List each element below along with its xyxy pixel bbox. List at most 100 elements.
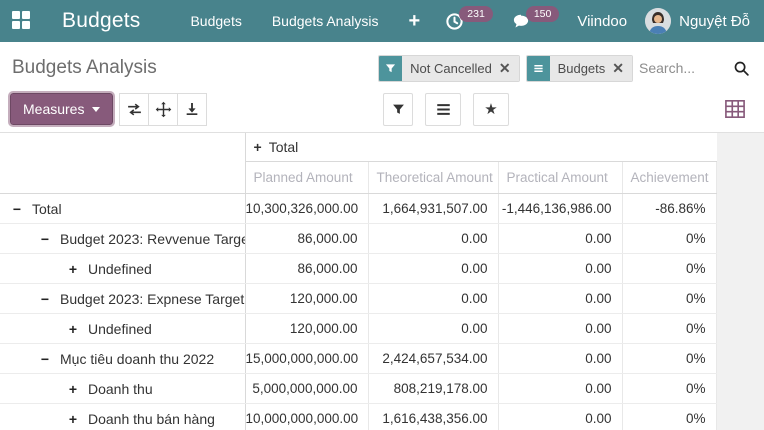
row-header[interactable]: +Doanh thu bán hàng: [0, 404, 245, 430]
filters-button[interactable]: [383, 93, 413, 126]
plus-icon[interactable]: +: [408, 11, 420, 31]
flip-axis-button[interactable]: [119, 93, 149, 126]
cell-theoretical: 0.00: [368, 224, 498, 254]
facet-budgets: Budgets ✕: [526, 55, 633, 82]
col-header-theoretical-amount[interactable]: Theoretical Amount: [368, 162, 498, 194]
table-row: +Undefined 86,000.00 0.00 0.00 0%: [0, 254, 716, 284]
col-header-achievement[interactable]: Achievement: [622, 162, 716, 194]
cell-planned: 10,000,000,000.00: [245, 404, 368, 430]
expand-all-button[interactable]: [148, 93, 178, 126]
expand-icon[interactable]: +: [66, 261, 80, 277]
control-panel: Budgets Analysis Not Cancelled ✕ B: [0, 42, 764, 133]
table-row: −Budget 2023: Expnese Target 120,000.00 …: [0, 284, 716, 314]
facet-remove-icon[interactable]: ✕: [612, 61, 624, 75]
cell-practical: 0.00: [498, 344, 622, 374]
page-title: Budgets Analysis: [12, 57, 157, 79]
facet-remove-icon[interactable]: ✕: [499, 61, 511, 75]
cell-practical: 0.00: [498, 404, 622, 430]
column-group-total[interactable]: +Total: [245, 133, 716, 162]
cell-achievement: 0%: [622, 374, 716, 404]
cell-planned: 86,000.00: [245, 224, 368, 254]
search-input[interactable]: [639, 60, 727, 76]
cell-theoretical: 2,424,657,534.00: [368, 344, 498, 374]
cell-planned: 15,000,000,000.00: [245, 344, 368, 374]
table-row: +Undefined 120,000.00 0.00 0.00 0%: [0, 314, 716, 344]
pivot-toolbar: Measures: [0, 86, 764, 132]
swap-arrows-icon: [126, 101, 143, 118]
favorites-button[interactable]: ★: [473, 93, 509, 126]
expand-icon[interactable]: +: [254, 139, 262, 155]
facet-not-cancelled: Not Cancelled ✕: [378, 55, 519, 82]
table-row: −Budget 2023: Revvenue Target 86,000.00 …: [0, 224, 716, 254]
cell-achievement: 0%: [622, 314, 716, 344]
messages-button[interactable]: 150: [511, 12, 560, 31]
search-bar: Not Cancelled ✕ Budgets ✕: [378, 55, 754, 82]
cell-achievement: 0%: [622, 344, 716, 374]
table-row: −Mục tiêu doanh thu 2022 15,000,000,000.…: [0, 344, 716, 374]
menu-item-budgets[interactable]: Budgets: [190, 13, 241, 29]
row-header[interactable]: −Mục tiêu doanh thu 2022: [0, 344, 245, 374]
cell-planned: 10,300,326,000.00: [245, 194, 368, 224]
col-header-practical-amount[interactable]: Practical Amount: [498, 162, 622, 194]
row-header[interactable]: −Total: [0, 194, 245, 224]
row-header[interactable]: +Undefined: [0, 254, 245, 284]
cell-practical: -1,446,136,986.00: [498, 194, 622, 224]
table-row: +Doanh thu 5,000,000,000.00 808,219,178.…: [0, 374, 716, 404]
pivot-corner-cell: [0, 133, 245, 194]
bars-icon: [436, 103, 451, 116]
cell-theoretical: 808,219,178.00: [368, 374, 498, 404]
top-menu: Budgets Budgets Analysis: [190, 13, 378, 29]
cell-achievement: 0%: [622, 404, 716, 430]
filter-icon: [392, 103, 405, 116]
cell-practical: 0.00: [498, 314, 622, 344]
filter-icon: [379, 56, 402, 81]
avatar: [645, 8, 671, 34]
cell-theoretical: 0.00: [368, 284, 498, 314]
pivot-table-area: +Total Planned Amount Theoretical Amount…: [0, 133, 764, 430]
cell-planned: 5,000,000,000.00: [245, 374, 368, 404]
cell-theoretical: 1,616,438,356.00: [368, 404, 498, 430]
star-icon: ★: [484, 102, 497, 117]
expand-icon[interactable]: +: [66, 321, 80, 337]
row-header[interactable]: +Doanh thu: [0, 374, 245, 404]
expand-icon[interactable]: +: [66, 411, 80, 427]
cell-achievement: -86.86%: [622, 194, 716, 224]
download-icon: [184, 101, 200, 117]
pivot-table: +Total Planned Amount Theoretical Amount…: [0, 133, 717, 430]
measures-button[interactable]: Measures: [10, 93, 113, 125]
collapse-icon[interactable]: −: [38, 291, 52, 307]
user-name: Nguyệt Đỗ: [679, 13, 750, 30]
group-by-icon: [527, 56, 550, 81]
cell-theoretical: 1,664,931,507.00: [368, 194, 498, 224]
cell-practical: 0.00: [498, 224, 622, 254]
cell-planned: 120,000.00: [245, 314, 368, 344]
activities-button[interactable]: 231: [445, 12, 493, 31]
menu-item-budgets-analysis[interactable]: Budgets Analysis: [272, 13, 379, 29]
company-name[interactable]: Viindoo: [577, 13, 627, 30]
download-button[interactable]: [177, 93, 207, 126]
move-arrows-icon: [155, 101, 172, 118]
cell-achievement: 0%: [622, 224, 716, 254]
group-by-button[interactable]: [425, 93, 461, 126]
pivot-view-switcher[interactable]: [720, 95, 750, 123]
col-header-planned-amount[interactable]: Planned Amount: [245, 162, 368, 194]
activity-count-badge: 231: [459, 6, 493, 22]
collapse-icon[interactable]: −: [38, 231, 52, 247]
app-title[interactable]: Budgets: [62, 9, 140, 33]
search-icon[interactable]: [729, 60, 754, 77]
collapse-icon[interactable]: −: [10, 201, 24, 217]
chevron-down-icon: [92, 107, 100, 112]
user-menu[interactable]: Nguyệt Đỗ: [645, 8, 750, 34]
cell-achievement: 0%: [622, 254, 716, 284]
table-row: +Doanh thu bán hàng 10,000,000,000.00 1,…: [0, 404, 716, 430]
table-row: −Total 10,300,326,000.00 1,664,931,507.0…: [0, 194, 716, 224]
expand-icon[interactable]: +: [66, 381, 80, 397]
row-header[interactable]: +Undefined: [0, 314, 245, 344]
cell-practical: 0.00: [498, 284, 622, 314]
row-header[interactable]: −Budget 2023: Expnese Target: [0, 284, 245, 314]
row-header[interactable]: −Budget 2023: Revvenue Target: [0, 224, 245, 254]
cell-planned: 86,000.00: [245, 254, 368, 284]
collapse-icon[interactable]: −: [38, 351, 52, 367]
apps-menu-icon[interactable]: [12, 11, 32, 31]
message-count-badge: 150: [526, 6, 560, 22]
